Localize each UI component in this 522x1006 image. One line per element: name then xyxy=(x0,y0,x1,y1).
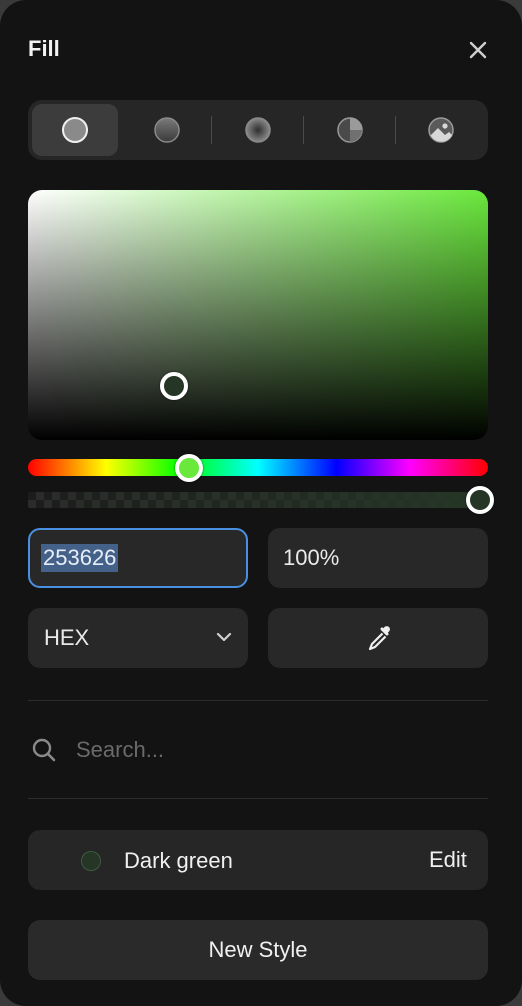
opacity-value: 100% xyxy=(283,545,340,570)
panel-title: Fill xyxy=(28,36,60,61)
hex-value: 253626 xyxy=(41,544,119,572)
opacity-input[interactable]: 100% xyxy=(268,528,488,588)
hue-slider[interactable] xyxy=(28,454,488,482)
image-fill-icon xyxy=(428,117,454,143)
edit-style-button[interactable]: Edit xyxy=(429,847,467,873)
close-icon[interactable] xyxy=(466,38,490,62)
fill-type-solid-button[interactable] xyxy=(32,104,118,156)
fill-type-conic-button[interactable] xyxy=(307,104,393,156)
divider xyxy=(303,116,304,144)
radial-gradient-icon xyxy=(245,117,271,143)
style-name: Dark green xyxy=(124,848,233,873)
search-icon xyxy=(32,738,56,762)
hex-input[interactable]: 253626 xyxy=(28,528,248,588)
hue-handle[interactable] xyxy=(175,454,203,482)
fill-type-selector xyxy=(28,100,488,160)
saturation-handle[interactable] xyxy=(160,372,188,400)
alpha-slider[interactable] xyxy=(28,486,494,514)
alpha-handle[interactable] xyxy=(466,486,494,514)
eyedropper-icon xyxy=(368,626,390,651)
eyedropper-button[interactable] xyxy=(268,608,488,668)
conic-gradient-icon xyxy=(337,117,363,143)
color-swatch xyxy=(81,851,101,871)
search-input[interactable] xyxy=(76,734,476,766)
fill-type-radial-button[interactable] xyxy=(215,104,301,156)
saturation-brightness-picker[interactable] xyxy=(28,190,488,440)
chevron-down-icon xyxy=(216,632,232,642)
color-mode-label: HEX xyxy=(44,625,90,650)
color-mode-select[interactable]: HEX xyxy=(28,608,248,668)
divider xyxy=(211,116,212,144)
fill-type-image-button[interactable] xyxy=(398,104,484,156)
fill-panel: Fill 253626 100% HEX Search... Dark gree… xyxy=(0,0,522,1006)
divider xyxy=(395,116,396,144)
new-style-button[interactable]: New Style xyxy=(28,920,488,980)
solid-fill-icon xyxy=(62,117,88,143)
style-item-dark-green[interactable]: Dark green Edit xyxy=(28,830,488,890)
divider xyxy=(28,798,488,799)
divider xyxy=(28,700,488,701)
linear-gradient-icon xyxy=(154,117,180,143)
fill-type-linear-button[interactable] xyxy=(124,104,210,156)
